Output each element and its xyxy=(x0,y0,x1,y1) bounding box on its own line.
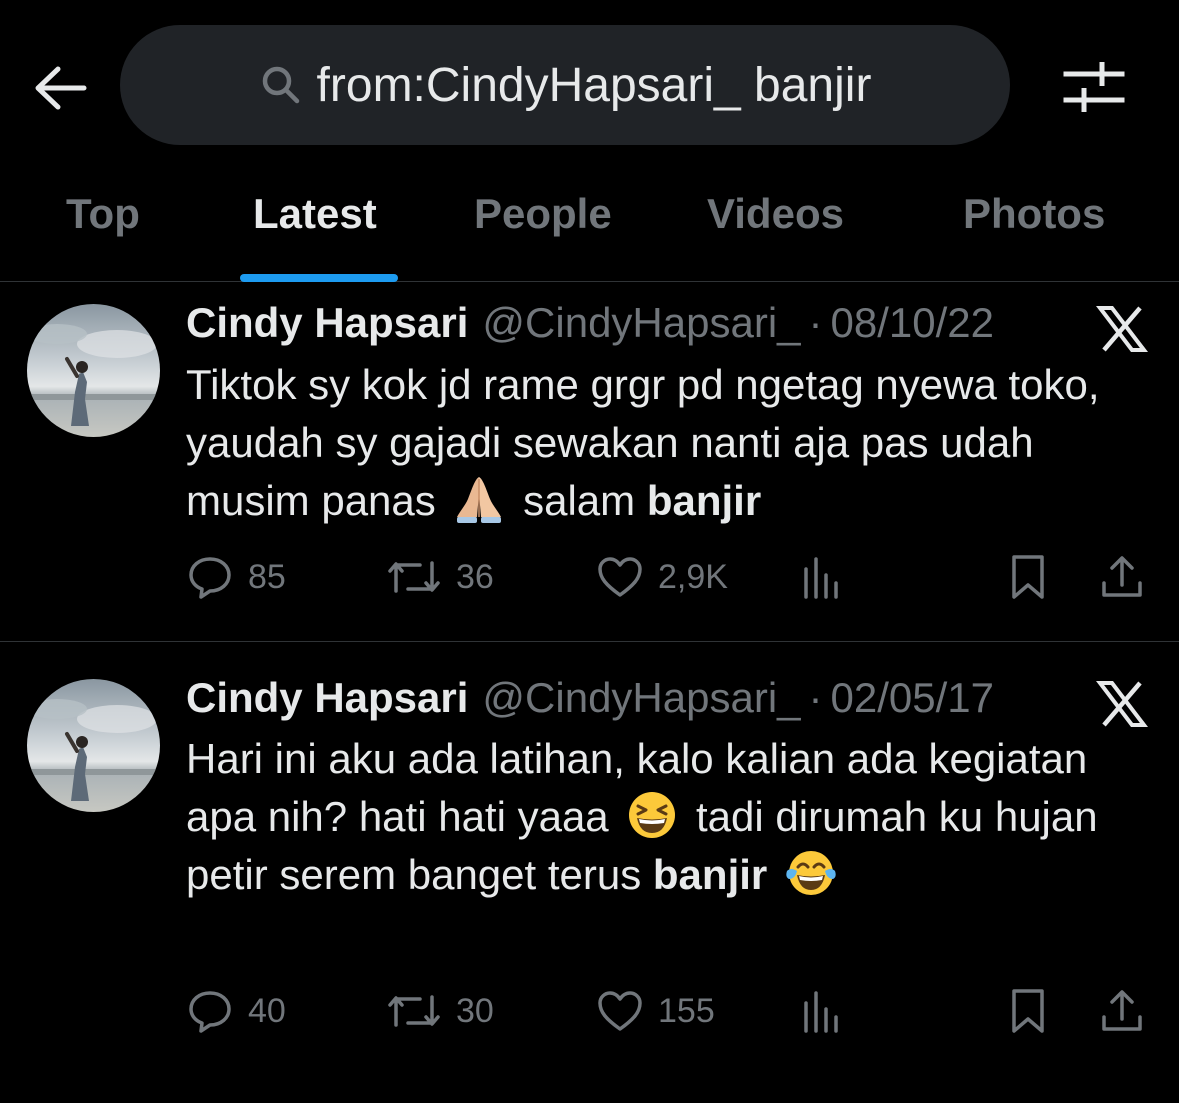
tab-photos[interactable]: Photos xyxy=(963,190,1105,250)
x-logo-icon xyxy=(1096,681,1148,727)
reply-button[interactable]: 40 xyxy=(186,984,286,1038)
active-tab-indicator xyxy=(240,274,398,282)
repost-count: 36 xyxy=(456,557,494,596)
tweet-date[interactable]: 08/10/22 xyxy=(831,299,995,347)
like-button[interactable]: 2,9K xyxy=(596,550,728,604)
author-handle[interactable]: @CindyHapsari_ xyxy=(482,299,800,347)
tweet-card[interactable]: Cindy Hapsari @CindyHapsari_ · 08/10/22 … xyxy=(0,283,1179,641)
back-button[interactable] xyxy=(28,56,92,120)
views-button[interactable] xyxy=(798,550,846,604)
tweet-actions: 40 30 155 xyxy=(186,984,1146,1038)
repost-icon xyxy=(388,995,440,1027)
tweet-text: Hari ini aku ada latihan, kalo kalian ad… xyxy=(186,730,1146,904)
bar-chart-icon xyxy=(804,557,838,599)
author-name[interactable]: Cindy Hapsari xyxy=(186,674,468,722)
repost-icon xyxy=(388,561,440,593)
reply-button[interactable]: 85 xyxy=(186,550,286,604)
repost-button[interactable]: 36 xyxy=(386,550,494,604)
avatar[interactable] xyxy=(27,304,160,437)
share-button[interactable] xyxy=(1098,984,1146,1038)
avatar[interactable] xyxy=(27,679,160,812)
tweet-text: Tiktok sy kok jd rame grgr pd ngetag nye… xyxy=(186,356,1146,530)
highlighted-keyword: banjir xyxy=(646,477,762,524)
reply-icon xyxy=(189,991,231,1033)
tweet-header: Cindy Hapsari @CindyHapsari_ · 08/10/22 xyxy=(186,299,994,353)
reply-count: 85 xyxy=(248,557,286,596)
search-query[interactable]: from:CindyHapsari_ banjir xyxy=(317,58,872,113)
like-count: 155 xyxy=(658,991,715,1030)
like-button[interactable]: 155 xyxy=(596,984,715,1038)
tweet-card[interactable]: Cindy Hapsari @CindyHapsari_ · 02/05/17 … xyxy=(0,642,1179,1103)
reply-icon xyxy=(189,557,231,599)
face-with-tears-of-joy-emoji xyxy=(786,851,836,895)
tab-people[interactable]: People xyxy=(474,190,612,250)
share-icon xyxy=(1102,990,1142,1031)
share-icon xyxy=(1102,556,1142,597)
separator-dot: · xyxy=(808,674,823,721)
author-name[interactable]: Cindy Hapsari xyxy=(186,299,468,347)
search-bar[interactable]: from:CindyHapsari_ banjir xyxy=(120,25,1010,145)
bookmark-icon xyxy=(1012,555,1044,599)
grinning-squinting-face-emoji xyxy=(629,792,676,838)
bookmark-icon xyxy=(1012,989,1044,1033)
search-results-page: from:CindyHapsari_ banjir Top Latest Peo… xyxy=(0,0,1179,1103)
tweet-text-part: salam xyxy=(511,477,647,524)
tab-top[interactable]: Top xyxy=(66,190,140,250)
search-header: from:CindyHapsari_ banjir xyxy=(0,0,1179,170)
bookmark-button[interactable] xyxy=(1004,984,1052,1038)
views-button[interactable] xyxy=(798,984,846,1038)
bookmark-button[interactable] xyxy=(1004,550,1052,604)
like-count: 2,9K xyxy=(658,557,728,596)
tweet-header: Cindy Hapsari @CindyHapsari_ · 02/05/17 xyxy=(186,674,994,728)
share-button[interactable] xyxy=(1098,550,1146,604)
tab-videos[interactable]: Videos xyxy=(707,190,844,250)
folded-hands-emoji xyxy=(457,477,502,523)
highlighted-keyword: banjir xyxy=(652,851,768,898)
search-filter-button[interactable] xyxy=(1058,56,1130,120)
arrow-left-icon xyxy=(35,66,87,110)
search-icon xyxy=(262,66,299,104)
repost-button[interactable]: 30 xyxy=(386,984,494,1038)
sliders-icon xyxy=(1063,62,1125,112)
search-tabs: Top Latest People Videos Photos xyxy=(0,170,1179,282)
tweet-date[interactable]: 02/05/17 xyxy=(831,674,995,722)
author-handle[interactable]: @CindyHapsari_ xyxy=(482,674,800,722)
repost-count: 30 xyxy=(456,991,494,1030)
tweet-actions: 85 36 2,9K xyxy=(186,550,1146,604)
x-logo-icon xyxy=(1096,306,1148,352)
bar-chart-icon xyxy=(804,991,838,1033)
heart-icon xyxy=(598,557,642,597)
tab-latest[interactable]: Latest xyxy=(253,190,377,250)
separator-dot: · xyxy=(808,299,823,346)
heart-icon xyxy=(598,991,642,1031)
reply-count: 40 xyxy=(248,991,286,1030)
